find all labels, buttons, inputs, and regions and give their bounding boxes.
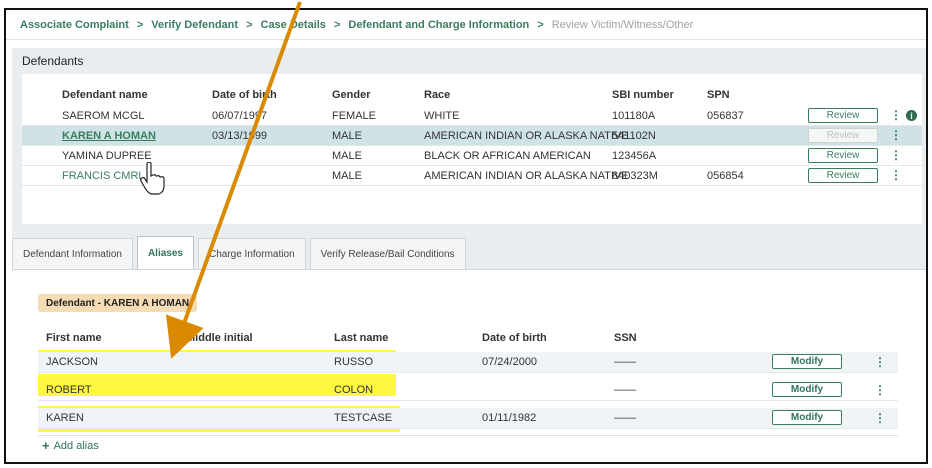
column-header[interactable]: SPN xyxy=(707,89,730,101)
column-header[interactable]: First name xyxy=(46,332,102,344)
table-row[interactable]: JACKSON RUSSO 07/24/2000 —— Modify ⋮ xyxy=(38,352,898,373)
defendant-badge: Defendant - KAREN A HOMAN xyxy=(38,294,198,312)
more-options-icon[interactable]: ⋮ xyxy=(874,383,886,397)
defendant-gender: MALE xyxy=(332,169,362,182)
hand-cursor-icon xyxy=(140,162,165,195)
more-options-icon[interactable]: ⋮ xyxy=(874,411,886,425)
review-button[interactable]: Review xyxy=(808,148,878,163)
defendant-spn: 056837 xyxy=(707,109,744,122)
plus-icon: + xyxy=(42,438,50,453)
more-options-icon[interactable]: ⋮ xyxy=(890,108,902,122)
defendants-table-header: Defendant name Date of birth Gender Race… xyxy=(22,86,922,104)
more-options-icon[interactable]: ⋮ xyxy=(874,355,886,369)
breadcrumb-separator: > xyxy=(537,18,544,31)
defendant-dob: 03/13/1999 xyxy=(212,129,268,142)
defendant-race: BLACK OR AFRICAN AMERICAN xyxy=(424,149,591,162)
defendant-name-link[interactable]: KAREN A HOMAN xyxy=(62,130,156,142)
column-header[interactable]: Date of birth xyxy=(482,332,547,344)
review-button[interactable]: Review xyxy=(808,108,878,123)
defendant-sbi: 840323M xyxy=(612,169,658,182)
app-frame: Associate Complaint > Verify Defendant >… xyxy=(4,8,928,464)
alias-last-name: RUSSO xyxy=(334,356,374,368)
defendant-name-link[interactable]: FRANCIS CMRL xyxy=(62,170,145,182)
column-header[interactable]: Defendant name xyxy=(62,89,148,101)
add-alias-button[interactable]: + Add alias xyxy=(42,438,99,453)
add-alias-label: Add alias xyxy=(53,439,99,452)
tab-verify-release-bail[interactable]: Verify Release/Bail Conditions xyxy=(309,238,466,270)
defendant-sbi: 101180A xyxy=(612,109,656,122)
table-row[interactable]: KAREN TESTCASE 01/11/1982 —— Modify ⋮ xyxy=(38,408,898,429)
table-row[interactable]: SAEROM MCGL 06/07/1997 FEMALE WHITE 1011… xyxy=(22,106,922,126)
defendant-gender: FEMALE xyxy=(332,109,377,122)
more-options-icon[interactable]: ⋮ xyxy=(890,148,902,162)
defendant-name[interactable]: YAMINA DUPREE xyxy=(62,150,152,162)
modify-button[interactable]: Modify xyxy=(772,382,842,397)
tab-defendant-information[interactable]: Defendant Information xyxy=(12,238,133,270)
defendant-sbi: 541102N xyxy=(612,129,656,142)
alias-first-name: ROBERT xyxy=(46,384,92,396)
alias-last-name: COLON xyxy=(334,384,374,396)
alias-first-name: JACKSON xyxy=(46,356,98,368)
defendant-gender: MALE xyxy=(332,129,362,142)
review-button[interactable]: Review xyxy=(808,168,878,183)
alias-first-name: KAREN xyxy=(46,412,84,424)
defendants-table: Defendant name Date of birth Gender Race… xyxy=(22,74,922,224)
alias-ssn: —— xyxy=(614,384,636,396)
table-row-selected[interactable]: KAREN A HOMAN 03/13/1999 MALE AMERICAN I… xyxy=(22,126,922,146)
column-header[interactable]: Gender xyxy=(332,89,371,101)
tab-aliases[interactable]: Aliases xyxy=(136,236,194,270)
column-header[interactable]: Date of birth xyxy=(212,89,277,101)
review-button-disabled[interactable]: Review xyxy=(808,128,878,143)
breadcrumb-review-victim[interactable]: Review Victim/Witness/Other xyxy=(552,19,694,31)
modify-button[interactable]: Modify xyxy=(772,410,842,425)
defendant-sbi: 123456A xyxy=(612,149,657,162)
breadcrumb-separator: > xyxy=(333,18,341,31)
more-options-icon[interactable]: ⋮ xyxy=(890,128,902,142)
defendant-spn: 056854 xyxy=(707,169,744,182)
breadcrumb-defendant-charge-info[interactable]: Defendant and Charge Information xyxy=(348,19,529,31)
defendant-race: AMERICAN INDIAN OR ALASKA NATIVE xyxy=(424,169,629,182)
alias-dob: 07/24/2000 xyxy=(482,356,538,368)
column-header[interactable]: Race xyxy=(424,89,450,101)
divider xyxy=(38,435,898,436)
tab-charge-information[interactable]: Charge Information xyxy=(197,238,306,270)
alias-ssn: —— xyxy=(614,356,636,368)
column-header[interactable]: SSN xyxy=(614,332,637,344)
alias-last-name: TESTCASE xyxy=(334,412,393,424)
column-header[interactable]: Last name xyxy=(334,332,388,344)
defendant-gender: MALE xyxy=(332,149,362,162)
column-header[interactable]: SBI number xyxy=(612,89,674,101)
table-row[interactable]: ROBERT COLON —— Modify ⋮ xyxy=(38,380,898,401)
modify-button[interactable]: Modify xyxy=(772,354,842,369)
tab-bar: Defendant Information Aliases Charge Inf… xyxy=(12,234,470,270)
breadcrumb-separator: > xyxy=(246,18,253,31)
defendant-dob: 06/07/1997 xyxy=(212,109,268,122)
defendant-name[interactable]: SAEROM MCGL xyxy=(62,110,145,122)
tab-divider xyxy=(12,269,926,270)
defendant-race: WHITE xyxy=(424,109,460,122)
more-options-icon[interactable]: ⋮ xyxy=(890,168,902,182)
aliases-table-header: First name Middle initial Last name Date… xyxy=(38,332,898,348)
breadcrumb: Associate Complaint > Verify Defendant >… xyxy=(6,10,926,40)
breadcrumb-associate-complaint[interactable]: Associate Complaint xyxy=(20,19,129,31)
breadcrumb-separator: > xyxy=(136,18,144,31)
breadcrumb-case-details[interactable]: Case Details xyxy=(261,19,326,31)
defendants-title: Defendants xyxy=(22,54,84,68)
defendant-race: AMERICAN INDIAN OR ALASKA NATIVE xyxy=(424,129,629,142)
info-icon[interactable]: i xyxy=(906,110,917,121)
breadcrumb-verify-defendant[interactable]: Verify Defendant xyxy=(151,19,238,31)
alias-ssn: —— xyxy=(614,412,636,424)
alias-dob: 01/11/1982 xyxy=(482,412,537,424)
column-header[interactable]: Middle initial xyxy=(186,332,253,344)
